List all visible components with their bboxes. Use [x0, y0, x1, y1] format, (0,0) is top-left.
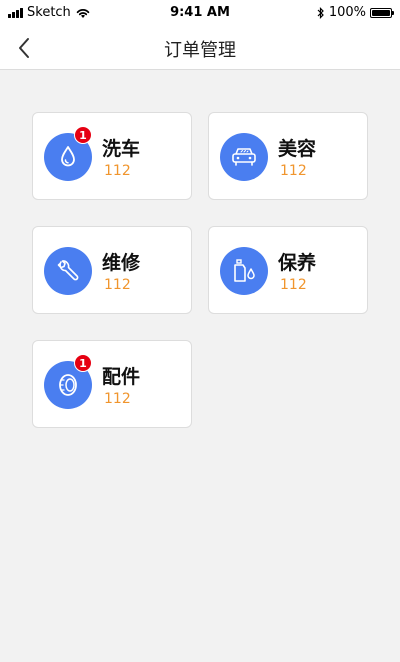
- card-title: 配件: [102, 366, 141, 388]
- notification-badge: 1: [74, 126, 92, 144]
- battery-percent: 100%: [328, 5, 366, 20]
- nav-bar: 订单管理: [0, 26, 400, 70]
- car-icon: [220, 133, 268, 181]
- bluetooth-icon: [317, 6, 324, 19]
- oil-bottle-icon: [220, 247, 268, 295]
- card-maintenance[interactable]: 保养 112: [208, 226, 368, 314]
- card-title: 维修: [102, 252, 141, 274]
- card-count: 112: [280, 163, 307, 179]
- card-repair[interactable]: 维修 112: [32, 226, 192, 314]
- card-count: 112: [104, 277, 131, 293]
- card-title: 美容: [278, 138, 317, 160]
- card-count: 112: [104, 163, 131, 179]
- card-parts[interactable]: 1 配件 112: [32, 340, 192, 428]
- card-wash[interactable]: 1 洗车 112: [32, 112, 192, 200]
- status-bar: Sketch 9:41 AM 100%: [0, 0, 400, 26]
- card-title: 洗车: [102, 138, 141, 160]
- card-beauty[interactable]: 美容 112: [208, 112, 368, 200]
- card-count: 112: [104, 391, 131, 407]
- battery-icon: [370, 7, 394, 18]
- card-count: 112: [280, 277, 307, 293]
- page-title: 订单管理: [164, 40, 236, 61]
- card-title: 保养: [278, 252, 317, 274]
- status-right: 100%: [317, 5, 394, 20]
- notification-badge: 1: [74, 354, 92, 372]
- wrench-icon: [44, 247, 92, 295]
